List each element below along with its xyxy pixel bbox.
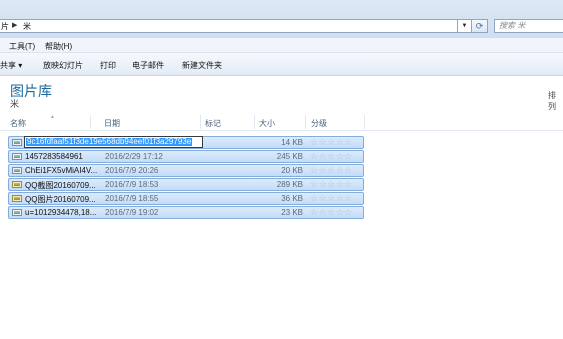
- share-button[interactable]: 共享 ▾: [0, 60, 22, 71]
- file-date: 2016/2/29 17:12: [105, 152, 163, 161]
- rating-stars[interactable]: ☆☆☆☆☆: [310, 207, 353, 218]
- column-tags[interactable]: 标记: [205, 118, 221, 129]
- menu-bar: 工具(T) 帮助(H): [0, 38, 563, 53]
- column-rating[interactable]: 分级: [311, 118, 327, 129]
- file-size: 14 KB: [281, 138, 303, 147]
- address-history-dropdown-icon[interactable]: ▼: [458, 19, 472, 33]
- rating-stars[interactable]: ☆☆☆☆☆: [310, 165, 353, 176]
- column-divider[interactable]: [305, 115, 306, 129]
- column-name[interactable]: 名称: [10, 118, 26, 129]
- image-file-icon: [12, 153, 22, 160]
- column-divider[interactable]: [364, 115, 365, 129]
- sort-ascending-icon: ▲: [50, 114, 55, 120]
- rating-stars[interactable]: ☆☆☆☆☆: [310, 151, 353, 162]
- file-date: 2016/7/9 20:26: [105, 166, 159, 175]
- qq-image-icon: [12, 195, 22, 202]
- file-row[interactable]: ChEi1FX5vMiAI4V... 2016/7/9 20:26 20 KB …: [8, 164, 364, 177]
- address-bar[interactable]: 片 ▶ 米: [0, 19, 458, 33]
- file-date: 2016/7/9 18:53: [105, 180, 159, 189]
- column-date[interactable]: 日期: [104, 118, 120, 129]
- image-file-icon: [12, 209, 22, 216]
- menu-tools[interactable]: 工具(T): [9, 41, 35, 52]
- command-bar: 共享 ▾ 放映幻灯片 打印 电子邮件 新建文件夹: [0, 53, 563, 76]
- breadcrumb-current-folder[interactable]: 米: [23, 21, 31, 32]
- file-name: u=1012934478,18...: [25, 208, 97, 217]
- refresh-icon[interactable]: ⟳: [472, 19, 488, 33]
- rating-stars[interactable]: ☆☆☆☆☆: [310, 179, 353, 190]
- arrange-by-link[interactable]: 排列: [548, 90, 563, 112]
- column-divider[interactable]: [200, 115, 201, 129]
- file-size: 23 KB: [281, 208, 303, 217]
- file-row[interactable]: 9c16fdfaaf51f3de19e568db94eef01f3a29793e…: [8, 136, 364, 149]
- column-divider[interactable]: [254, 115, 255, 129]
- file-size: 245 KB: [276, 152, 303, 161]
- file-date: 2016/7/9 18:55: [105, 194, 159, 203]
- library-subtitle: 米: [10, 99, 20, 109]
- column-size[interactable]: 大小: [259, 118, 275, 129]
- file-name: QQ截图20160709...: [25, 181, 96, 190]
- email-button[interactable]: 电子邮件: [132, 60, 164, 71]
- file-size: 36 KB: [281, 194, 303, 203]
- rename-selected-text[interactable]: 9c16fdfaaf51f3de19e568db94eef01f3a29793e: [26, 138, 193, 146]
- rename-input[interactable]: 9c16fdfaaf51f3de19e568db94eef01f3a29793e: [24, 136, 203, 148]
- rating-stars[interactable]: ☆☆☆☆☆: [310, 137, 353, 148]
- print-button[interactable]: 打印: [100, 60, 116, 71]
- image-file-icon: [12, 167, 22, 174]
- file-name: 1457283584961: [25, 152, 83, 161]
- slideshow-button[interactable]: 放映幻灯片: [43, 60, 83, 71]
- file-size: 289 KB: [276, 180, 303, 189]
- breadcrumb-separator-icon[interactable]: ▶: [12, 21, 17, 29]
- file-row[interactable]: QQ图片20160709... 2016/7/9 18:55 36 KB ☆☆☆…: [8, 192, 364, 205]
- file-date: 2016/7/9 19:02: [105, 208, 159, 217]
- qq-image-icon: [12, 181, 22, 188]
- rating-stars[interactable]: ☆☆☆☆☆: [310, 193, 353, 204]
- image-file-icon: [12, 139, 22, 146]
- menu-help[interactable]: 帮助(H): [45, 41, 72, 52]
- file-row[interactable]: u=1012934478,18... 2016/7/9 19:02 23 KB …: [8, 206, 364, 219]
- address-bar-area: 片 ▶ 米 ▼ ⟳ 搜索 米: [0, 0, 563, 38]
- search-input[interactable]: 搜索 米: [494, 19, 563, 33]
- file-name: QQ图片20160709...: [25, 195, 96, 204]
- breadcrumb-pictures[interactable]: 片: [1, 21, 9, 32]
- file-row[interactable]: QQ截图20160709... 2016/7/9 18:53 289 KB ☆☆…: [8, 178, 364, 191]
- file-size: 20 KB: [281, 166, 303, 175]
- column-divider[interactable]: [90, 115, 91, 129]
- column-header-row: 名称 日期 标记 大小 分级: [0, 113, 563, 131]
- file-row[interactable]: 1457283584961 2016/2/29 17:12 245 KB ☆☆☆…: [8, 150, 364, 163]
- file-name: ChEi1FX5vMiAI4V...: [25, 166, 98, 175]
- new-folder-button[interactable]: 新建文件夹: [182, 60, 222, 71]
